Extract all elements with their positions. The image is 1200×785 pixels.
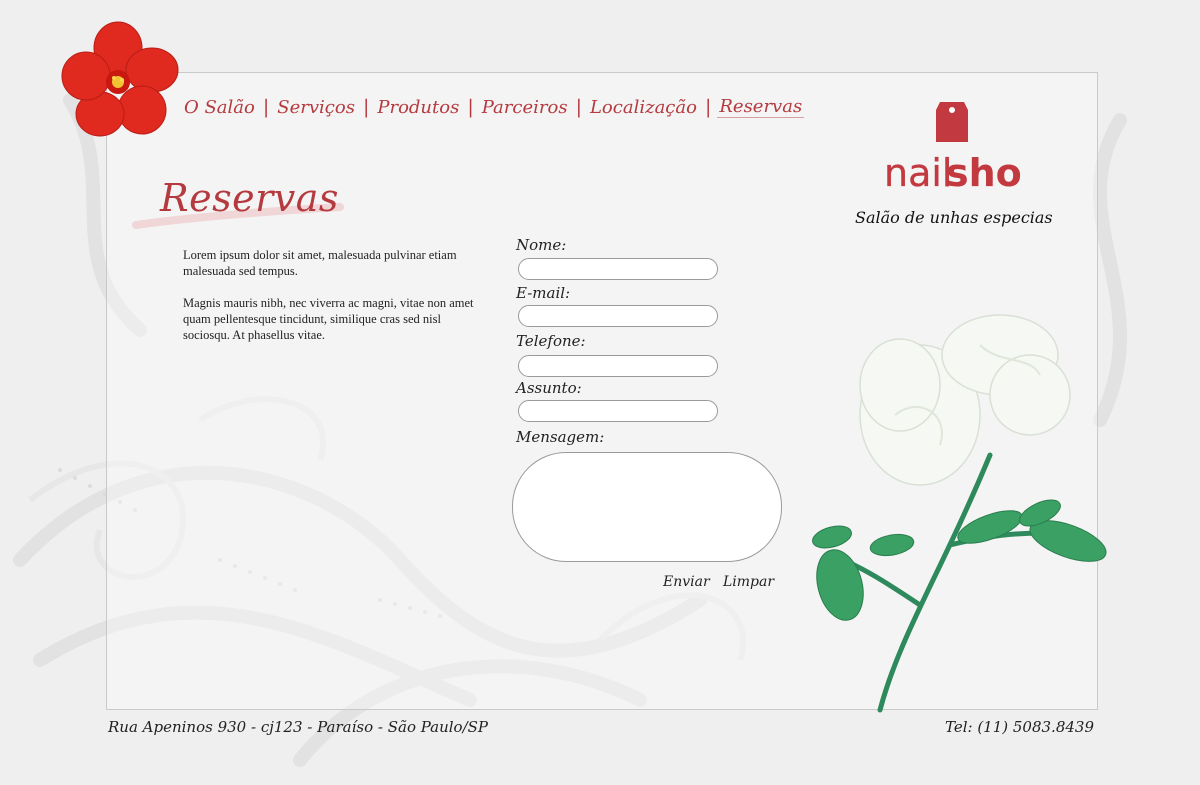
message-label: Mensagem: xyxy=(516,428,605,446)
footer-address: Rua Apeninos 930 - cj123 - Paraíso - São… xyxy=(108,718,489,736)
nav-item-produtos[interactable]: Produtos xyxy=(375,97,461,118)
clear-button[interactable]: Limpar xyxy=(723,574,774,590)
nav-separator: | xyxy=(467,96,474,118)
message-textarea[interactable] xyxy=(512,452,782,562)
nav-item-o-salao[interactable]: O Salão xyxy=(182,97,257,118)
footer-phone: Tel: (11) 5083.8439 xyxy=(944,718,1094,736)
nav-item-parceiros[interactable]: Parceiros xyxy=(480,97,570,118)
nav-item-localizacao[interactable]: Localização xyxy=(588,97,699,118)
email-field[interactable] xyxy=(518,305,718,327)
page-title: Reservas xyxy=(160,176,339,220)
nav-separator: | xyxy=(262,96,270,118)
intro-text: Lorem ipsum dolor sit amet, malesuada pu… xyxy=(183,247,483,359)
name-field[interactable] xyxy=(518,258,718,280)
logo-text-shop: shop xyxy=(946,151,1022,195)
name-label: Nome: xyxy=(516,236,567,254)
subject-field[interactable] xyxy=(518,400,718,422)
nailshop-logo: nail shop xyxy=(884,102,1022,195)
email-label: E-mail: xyxy=(516,284,571,302)
logo-text-nail: nail xyxy=(884,151,953,195)
nav-item-reservas[interactable]: Reservas xyxy=(717,96,805,118)
main-nav: O Salão | Serviços | Produtos | Parceiro… xyxy=(182,92,805,122)
nav-separator: | xyxy=(362,96,370,118)
phone-field[interactable] xyxy=(518,355,718,377)
nav-item-servicos[interactable]: Serviços xyxy=(275,97,357,118)
phone-label: Telefone: xyxy=(516,332,586,350)
intro-paragraph: Lorem ipsum dolor sit amet, malesuada pu… xyxy=(183,248,457,278)
nav-separator: | xyxy=(704,96,712,118)
brand-tagline: Salão de unhas especias xyxy=(855,208,1053,227)
intro-paragraph: Magnis mauris nibh, nec viverra ac magni… xyxy=(183,296,474,342)
nav-separator: | xyxy=(575,96,582,118)
send-button[interactable]: Enviar xyxy=(663,574,710,590)
white-rose-image xyxy=(812,314,1107,713)
subject-label: Assunto: xyxy=(516,379,582,397)
hibiscus-flower-image xyxy=(61,21,179,137)
